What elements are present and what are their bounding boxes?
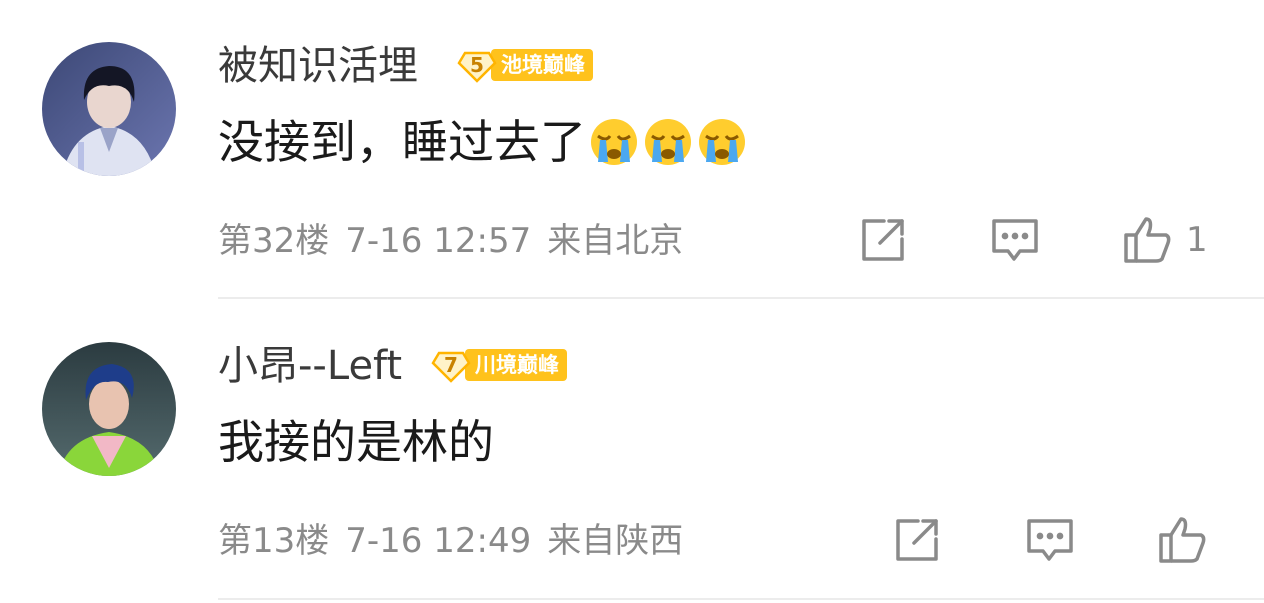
crying-emoji — [588, 116, 640, 168]
share-icon — [892, 515, 942, 565]
diamond-level-icon: 7 — [431, 347, 471, 383]
reply-icon — [1025, 515, 1075, 565]
like-icon — [1122, 215, 1172, 265]
share-icon — [858, 215, 908, 265]
diamond-level-icon: 5 — [457, 47, 497, 83]
reply-icon — [990, 215, 1040, 265]
level-badge[interactable]: 5 池境巅峰 — [457, 47, 593, 83]
crying-emoji — [642, 116, 694, 168]
like-button[interactable] — [1157, 512, 1207, 568]
comment-text-content: 我接的是林的 — [218, 415, 494, 469]
tier-label: 池境巅峰 — [491, 49, 593, 81]
comment-item: 小昂--Left 7 川境巅峰 我接的是林的 第13楼 7-16 12:49 来… — [0, 300, 1264, 600]
level-number: 7 — [444, 353, 458, 377]
comment-text: 我接的是林的 — [218, 410, 494, 474]
share-button[interactable] — [858, 212, 908, 268]
reply-button[interactable] — [1025, 512, 1075, 568]
like-button[interactable]: 1 — [1122, 212, 1208, 268]
like-count: 1 — [1186, 220, 1208, 260]
level-badge[interactable]: 7 川境巅峰 — [431, 347, 567, 383]
like-icon — [1157, 515, 1207, 565]
comment-actions: 1 — [0, 212, 1264, 268]
avatar[interactable] — [42, 42, 176, 176]
avatar[interactable] — [42, 342, 176, 476]
share-button[interactable] — [892, 512, 942, 568]
divider — [218, 297, 1264, 299]
tier-label: 川境巅峰 — [465, 349, 567, 381]
reply-button[interactable] — [990, 212, 1040, 268]
comment-item: 被知识活埋 5 池境巅峰 没接到，睡过去了 第32楼 7-16 12:57 来自… — [0, 0, 1264, 300]
comment-text-content: 没接到，睡过去了 — [218, 115, 586, 169]
username[interactable]: 被知识活埋 — [218, 38, 418, 94]
username[interactable]: 小昂--Left — [218, 338, 402, 394]
comment-actions — [0, 512, 1264, 568]
comment-text: 没接到，睡过去了 — [218, 110, 748, 174]
crying-emoji — [696, 116, 748, 168]
divider — [218, 598, 1264, 600]
level-number: 5 — [470, 53, 484, 77]
